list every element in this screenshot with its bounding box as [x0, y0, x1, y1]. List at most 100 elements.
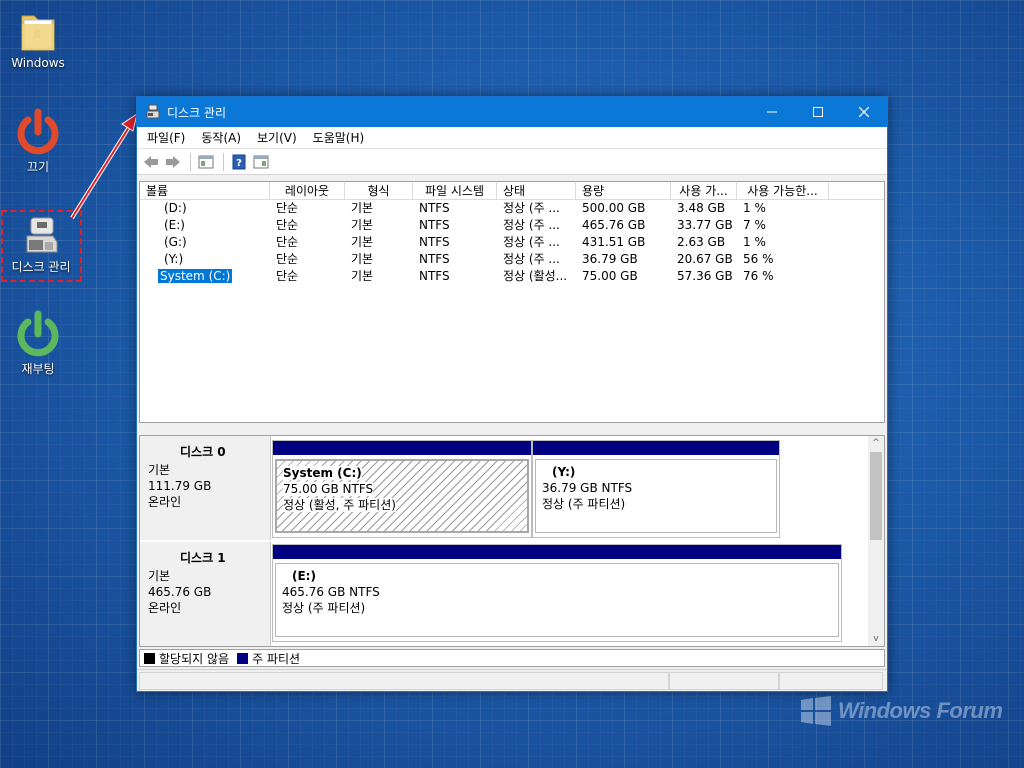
partition-e[interactable]: (E:) 465.76 GB NTFS 정상 (주 파티션) [272, 544, 842, 642]
volume-list: 볼륨 레이아웃 형식 파일 시스템 상태 용량 사용 가... 사용 가능한..… [139, 181, 885, 423]
volume-percent-free: 56 % [743, 252, 774, 266]
volume-capacity: 465.76 GB [582, 218, 646, 232]
legend-label: 할당되지 않음 [159, 651, 230, 666]
console-tree-button[interactable] [196, 152, 216, 172]
scroll-thumb[interactable] [870, 452, 882, 540]
back-button[interactable] [141, 152, 161, 172]
volume-row-c[interactable]: System (C:) 단순 기본 NTFS 정상 (활성... 75.00 G… [140, 268, 884, 285]
help-button[interactable]: ? [229, 152, 249, 172]
volume-status: 정상 (주 ... [503, 218, 560, 232]
disk-info-0[interactable]: 디스크 0 기본 111.79 GB 온라인 [140, 436, 271, 540]
console-tree-icon [198, 155, 214, 168]
volume-name: (Y:) [164, 252, 184, 266]
column-header-percent-free[interactable]: 사용 가능한... [737, 182, 829, 200]
menu-file[interactable]: 파일(F) [139, 129, 193, 146]
close-button[interactable] [841, 97, 887, 127]
legend-item-unallocated: 할당되지 않음 [144, 650, 229, 667]
maximize-button[interactable] [795, 97, 841, 127]
status-cell [779, 672, 883, 690]
volume-filesystem: NTFS [419, 235, 450, 249]
disk-graphical-view: 디스크 0 기본 111.79 GB 온라인 System (C:) 75.00… [139, 435, 885, 647]
volume-filesystem: NTFS [419, 201, 450, 215]
column-header-filesystem[interactable]: 파일 시스템 [413, 182, 497, 200]
folder-icon [21, 15, 55, 51]
svg-text:?: ? [236, 158, 242, 169]
partition-status: 정상 (활성, 주 파티션) [283, 498, 396, 512]
forward-icon [166, 155, 180, 168]
watermark-text: Windows Forum [838, 698, 1003, 723]
power-icon [17, 310, 59, 357]
disk-management-window: 디스크 관리 파일(F) 동작(A) 보기(V) 도움말(H) ? 볼륨 레이아… [136, 96, 888, 692]
legend-bar: 할당되지 않음 주 파티션 [139, 649, 885, 667]
legend-label: 주 파티션 [252, 651, 301, 666]
power-icon [17, 108, 59, 155]
column-header-capacity[interactable]: 용량 [576, 182, 671, 200]
close-icon [859, 107, 869, 117]
vertical-scrollbar[interactable]: ^ v [868, 436, 884, 646]
windows-logo-icon [801, 696, 831, 726]
forward-button[interactable] [163, 152, 183, 172]
disk-state: 온라인 [148, 601, 182, 615]
volume-percent-free: 1 % [743, 201, 766, 215]
volume-layout: 단순 [276, 235, 299, 249]
desktop-icon-label: 끄기 [26, 160, 50, 174]
volume-row-d[interactable]: (D:) 단순 기본 NTFS 정상 (주 ... 500.00 GB 3.48… [140, 200, 884, 217]
volume-free-space: 33.77 GB [677, 218, 733, 232]
legend-item-primary: 주 파티션 [237, 650, 300, 667]
back-icon [144, 155, 158, 168]
partition-size: 465.76 GB NTFS [282, 585, 380, 599]
partition-bar [533, 441, 779, 455]
status-cell [669, 672, 779, 690]
desktop-icon-windows-folder[interactable]: Windows [0, 10, 76, 70]
partition-bar [273, 545, 841, 559]
partition-system-c[interactable]: System (C:) 75.00 GB NTFS 정상 (활성, 주 파티션) [272, 440, 532, 538]
desktop-icon-label: 디스크 관리 [11, 260, 71, 274]
volume-status: 정상 (활성... [503, 269, 568, 283]
partition-bar [273, 441, 531, 455]
desktop-icon-reboot[interactable]: 재부팅 [0, 310, 76, 376]
column-header-status[interactable]: 상태 [497, 182, 576, 200]
action-pane-button[interactable] [251, 152, 271, 172]
menu-action[interactable]: 동작(A) [193, 129, 249, 146]
volume-capacity: 500.00 GB [582, 201, 646, 215]
volume-name-cell: System (C:) [140, 268, 270, 285]
volume-layout: 단순 [276, 269, 299, 283]
scroll-down-button[interactable]: v [868, 632, 884, 646]
desktop-icon-label: Windows [11, 56, 65, 70]
column-header-type[interactable]: 형식 [345, 182, 413, 200]
minimize-button[interactable] [749, 97, 795, 127]
volume-layout: 단순 [276, 201, 299, 215]
title-bar[interactable]: 디스크 관리 [137, 97, 887, 127]
action-pane-icon [253, 155, 269, 168]
volume-row-g[interactable]: (G:) 단순 기본 NTFS 정상 (주 ... 431.51 GB 2.63… [140, 234, 884, 251]
volume-name: (E:) [164, 218, 185, 232]
disk-kind: 기본 [148, 463, 171, 477]
volume-status: 정상 (주 ... [503, 235, 560, 249]
column-header-layout[interactable]: 레이아웃 [270, 182, 345, 200]
disk-info-1[interactable]: 디스크 1 기본 465.76 GB 온라인 [140, 542, 271, 646]
status-cell [139, 672, 669, 690]
volume-capacity: 431.51 GB [582, 235, 646, 249]
volume-type: 기본 [351, 269, 374, 283]
partition-y[interactable]: (Y:) 36.79 GB NTFS 정상 (주 파티션) [532, 440, 780, 538]
scroll-up-button[interactable]: ^ [868, 436, 884, 450]
volume-filesystem: NTFS [419, 269, 450, 283]
column-header-volume[interactable]: 볼륨 [140, 182, 270, 200]
volume-row-y[interactable]: (Y:) 단순 기본 NTFS 정상 (주 ... 36.79 GB 20.67… [140, 251, 884, 268]
menu-view[interactable]: 보기(V) [249, 129, 305, 146]
desktop-icon-disk-management[interactable]: 디스크 관리 [3, 214, 79, 274]
column-header-free-space[interactable]: 사용 가... [671, 182, 737, 200]
volume-name: (D:) [164, 201, 187, 215]
desktop-icon-shutdown[interactable]: 끄기 [0, 108, 76, 174]
disk-name: 디스크 1 [180, 551, 226, 565]
disk-size: 465.76 GB [148, 585, 212, 599]
menu-help[interactable]: 도움말(H) [305, 129, 373, 146]
legend-swatch [237, 652, 249, 664]
volume-row-e[interactable]: (E:) 단순 기본 NTFS 정상 (주 ... 465.76 GB 33.7… [140, 217, 884, 234]
partition-status: 정상 (주 파티션) [542, 497, 626, 511]
volume-name: (G:) [164, 235, 187, 249]
volume-list-header: 볼륨 레이아웃 형식 파일 시스템 상태 용량 사용 가... 사용 가능한..… [140, 182, 884, 200]
disk-kind: 기본 [148, 569, 171, 583]
volume-free-space: 57.36 GB [677, 269, 733, 283]
volume-layout: 단순 [276, 252, 299, 266]
